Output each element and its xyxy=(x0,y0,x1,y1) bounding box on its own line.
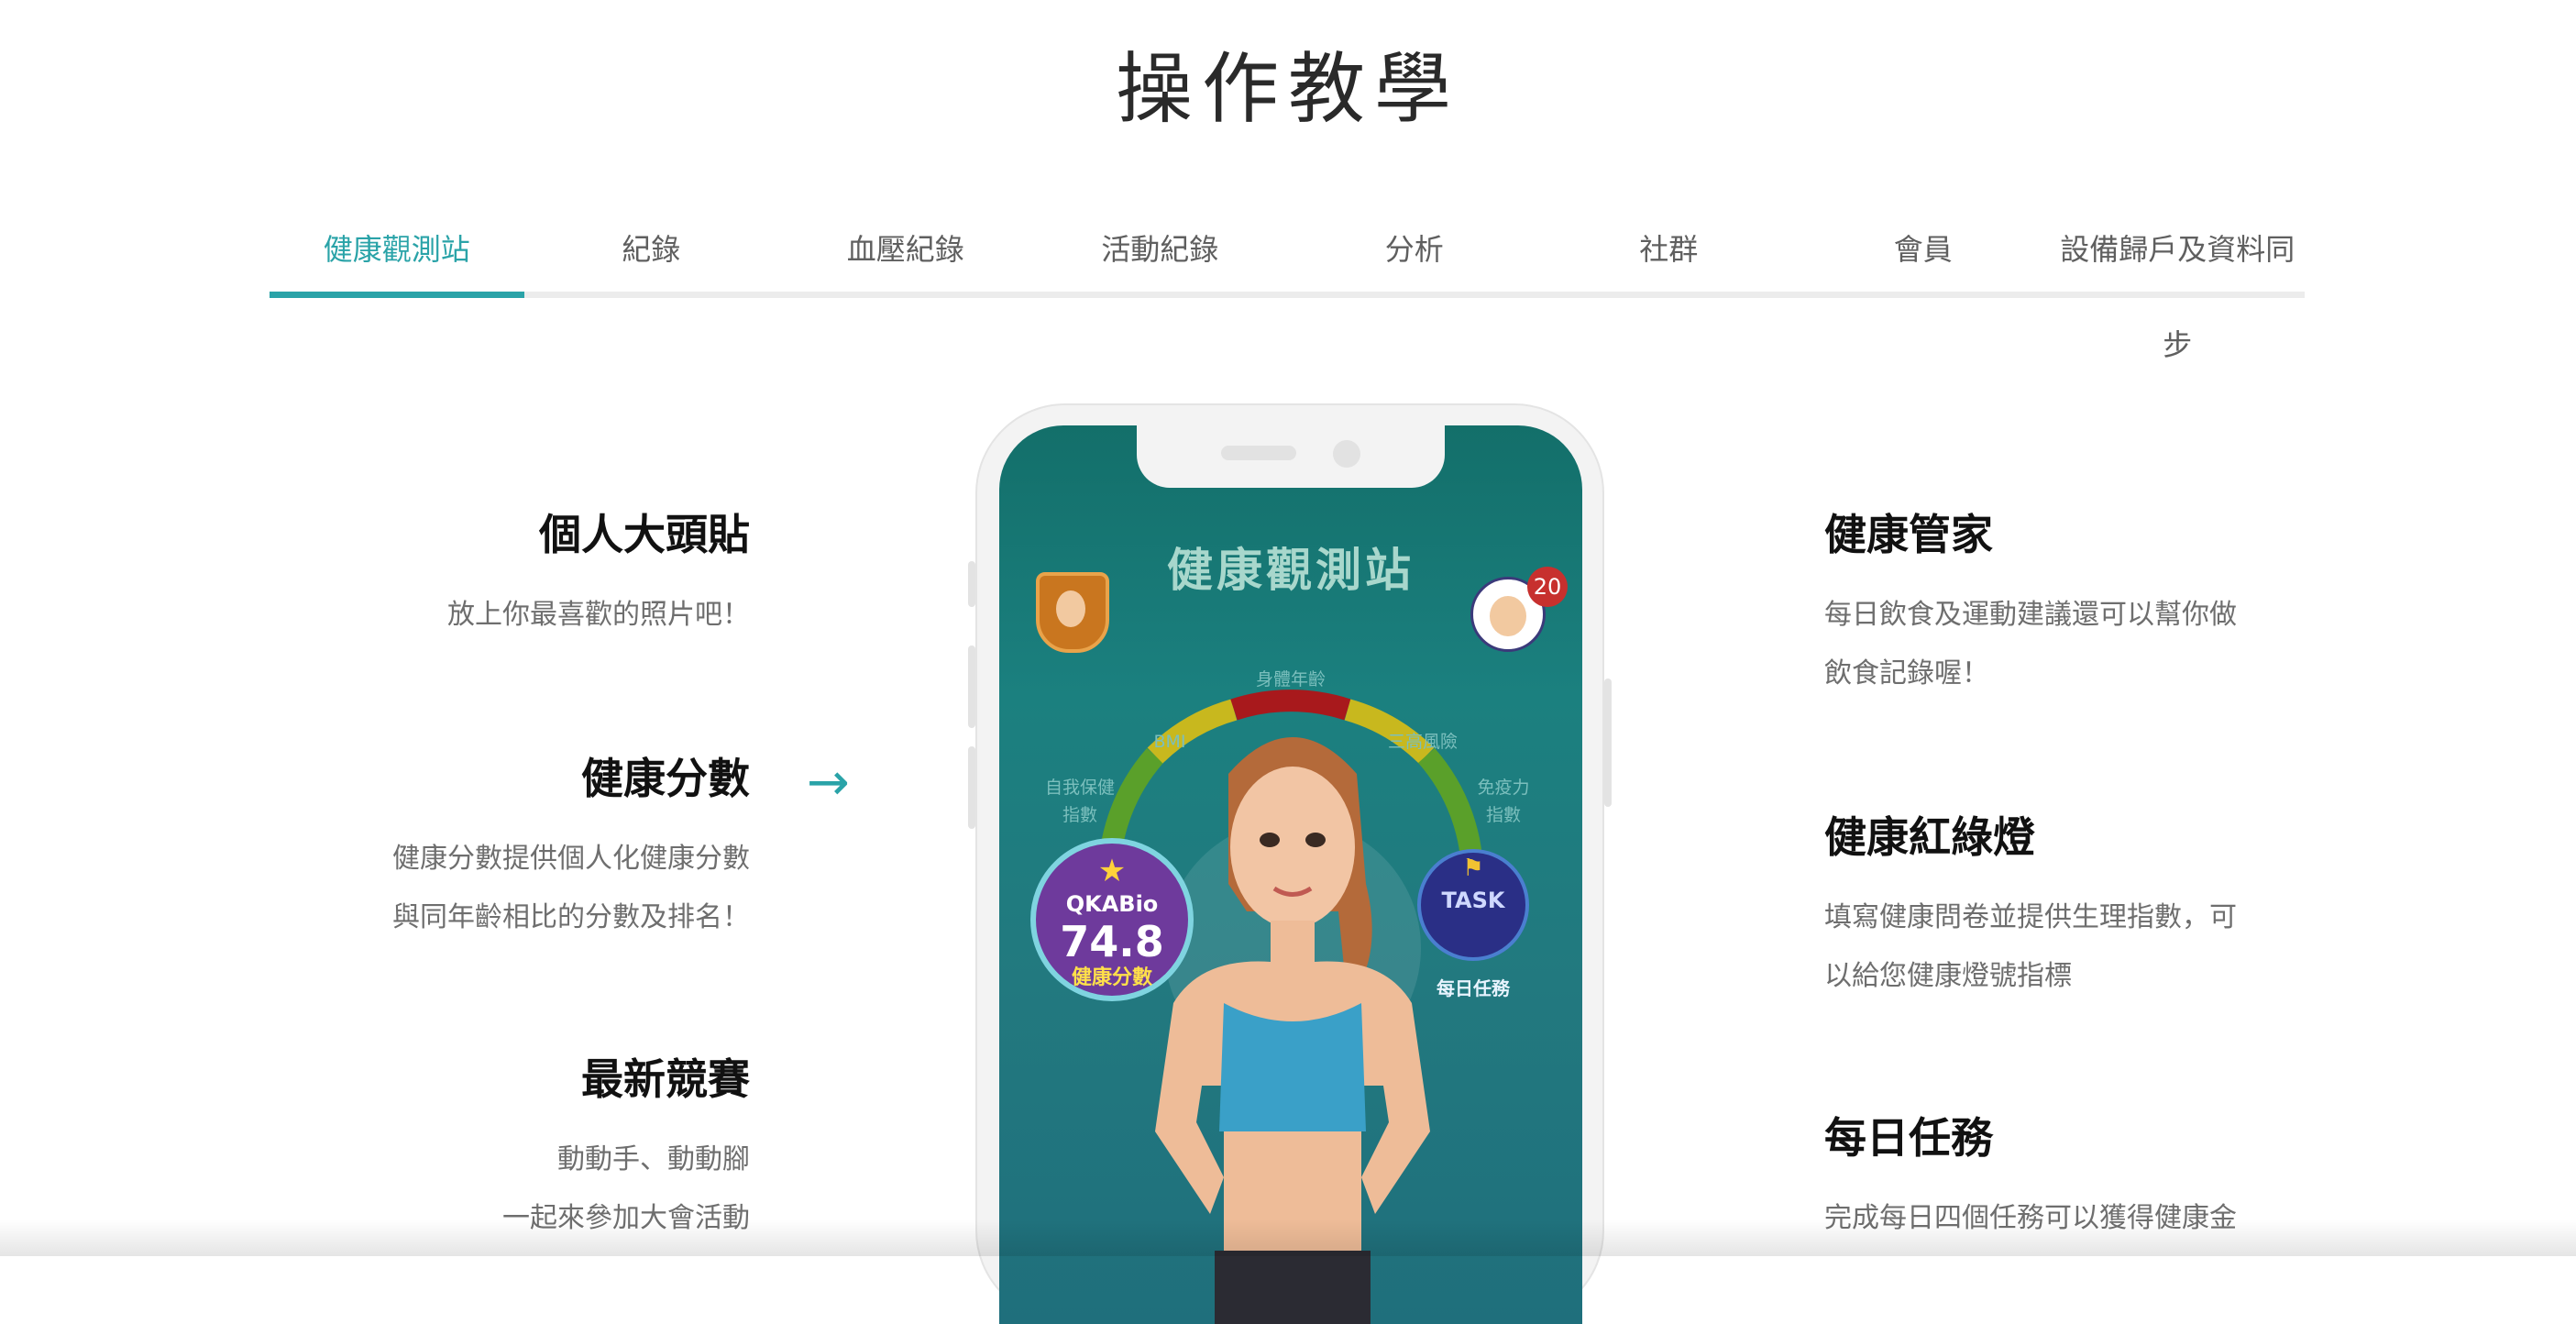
description-line: 飲食記錄喔！ xyxy=(1824,657,1989,690)
gauge-label-line: 免疫力 xyxy=(1477,778,1530,798)
character-pants xyxy=(1215,1251,1371,1324)
feature-health-score: 健康分數 健康分數提供個人化健康分數 與同年齡相比的分數及排名！ xyxy=(392,754,750,947)
phone-camera xyxy=(1333,440,1360,468)
tab-health-station[interactable]: 健康觀測站 xyxy=(270,202,524,298)
description-line: 與同年齡相比的分數及排名！ xyxy=(392,901,750,934)
feature-title: 個人大頭貼 xyxy=(539,510,750,559)
task-title: TASK xyxy=(1441,888,1505,913)
flag-icon: ⚑ xyxy=(1462,855,1484,882)
score-label: 健康分數 xyxy=(1071,966,1152,989)
feature-description: 每日飲食及運動建議還可以幫你做 飲食記錄喔！ xyxy=(1824,586,2301,703)
bottom-shadow xyxy=(0,1219,2576,1256)
tab-member[interactable]: 會員 xyxy=(1796,202,2051,292)
tab-device-sync[interactable]: 設備歸戶及資料同步 xyxy=(2051,202,2306,362)
page-title: 操作教學 xyxy=(1115,44,1460,134)
gauge-label-line: 指數 xyxy=(1062,805,1097,825)
feature-title: 最新競賽 xyxy=(581,1054,750,1104)
gauge-label-immunity: 免疫力 指數 xyxy=(1458,774,1549,829)
phone-side-button xyxy=(968,746,975,829)
feature-description: 放上你最喜歡的照片吧！ xyxy=(447,586,750,645)
score-brand: QKABio xyxy=(1065,891,1159,917)
gauge-label-body-age: 身體年齡 xyxy=(1255,669,1326,690)
gauge-label-line: 指數 xyxy=(1485,805,1521,825)
phone-speaker xyxy=(1221,446,1296,460)
tab-activity-records[interactable]: 活動紀錄 xyxy=(1033,202,1288,292)
character-face xyxy=(1230,767,1355,928)
feature-title: 健康紅綠燈 xyxy=(1824,812,2035,862)
gauge-label-self-care: 自我保健 指數 xyxy=(1034,774,1126,829)
feature-title: 健康管家 xyxy=(1824,510,1993,559)
description-line: 以給您健康燈號指標 xyxy=(1824,960,2072,993)
feature-health-butler: 健康管家 每日飲食及運動建議還可以幫你做 飲食記錄喔！ xyxy=(1824,510,2301,703)
feature-description: 健康分數提供個人化健康分數 與同年齡相比的分數及排名！ xyxy=(392,830,750,947)
tab-community[interactable]: 社群 xyxy=(1542,202,1797,292)
phone-screen: 健康觀測站 20 身體年齡 BMI 三高風險 自我保健 指數 免疫力 指數 ★ … xyxy=(999,425,1582,1324)
feature-traffic-light: 健康紅綠燈 填寫健康問卷並提供生理指數，可 以給您健康燈號指標 xyxy=(1824,812,2301,1006)
phone-side-button xyxy=(1604,679,1612,807)
character-top xyxy=(1219,1003,1366,1131)
tab-blood-pressure[interactable]: 血壓紀錄 xyxy=(778,202,1033,292)
description-line: 動動手、動動腳 xyxy=(557,1143,750,1176)
tab-analysis[interactable]: 分析 xyxy=(1287,202,1542,292)
star-icon: ★ xyxy=(1097,853,1127,889)
tab-bar: 健康觀測站 紀錄 血壓紀錄 活動紀錄 分析 社群 會員 設備歸戶及資料同步 xyxy=(270,202,2306,362)
description-line: 放上你最喜歡的照片吧！ xyxy=(447,599,750,632)
phone-notch xyxy=(1137,425,1445,488)
health-score-badge[interactable]: ★ QKABio 74.8 健康分數 xyxy=(1030,838,1194,1001)
daily-task-button[interactable]: ⚑ TASK 每日任務 xyxy=(1417,849,1529,999)
character-eye xyxy=(1260,833,1280,847)
score-value: 74.8 xyxy=(1060,917,1164,966)
phone-side-button xyxy=(968,645,975,728)
gauge-label-line: 自我保健 xyxy=(1044,778,1115,798)
feature-avatar: 個人大頭貼 放上你最喜歡的照片吧！ xyxy=(447,510,750,645)
description-line: 每日飲食及運動建議還可以幫你做 xyxy=(1824,599,2237,632)
character-eye xyxy=(1305,833,1326,847)
description-line: 填寫健康問卷並提供生理指數，可 xyxy=(1824,901,2237,934)
feature-title: 健康分數 xyxy=(581,754,750,803)
tab-records[interactable]: 紀錄 xyxy=(524,202,779,292)
character-neck xyxy=(1271,921,1315,966)
arrow-right-icon: → xyxy=(807,753,850,812)
phone-mockup: 健康觀測站 20 身體年齡 BMI 三高風險 自我保健 指數 免疫力 指數 ★ … xyxy=(968,403,1612,1324)
description-line: 健康分數提供個人化健康分數 xyxy=(392,843,750,876)
feature-description: 填寫健康問卷並提供生理指數，可 以給您健康燈號指標 xyxy=(1824,888,2301,1006)
feature-title: 每日任務 xyxy=(1824,1113,1993,1163)
phone-side-button xyxy=(968,561,975,607)
task-label: 每日任務 xyxy=(1437,977,1510,999)
